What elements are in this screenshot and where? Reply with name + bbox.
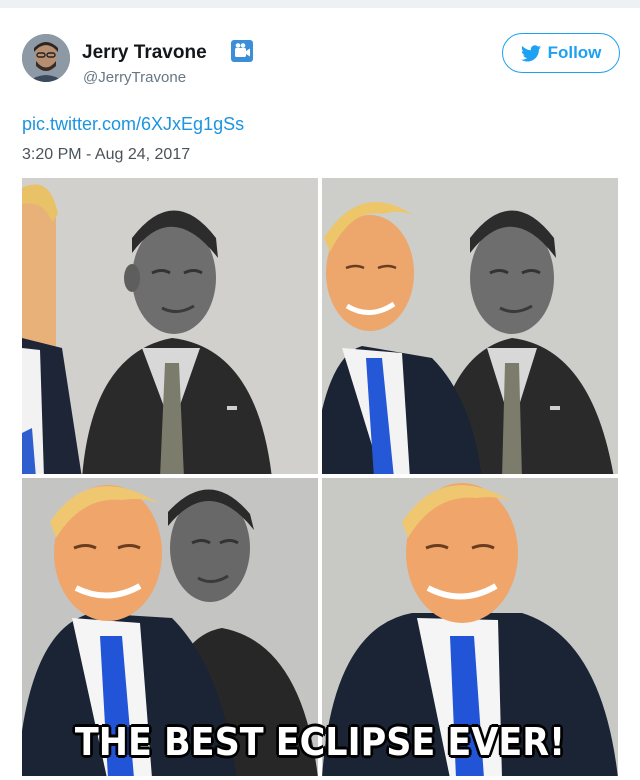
avatar[interactable] <box>22 34 70 82</box>
author-handle[interactable]: @JerryTravone <box>83 69 186 86</box>
follow-button[interactable]: Follow <box>502 33 620 73</box>
timestamp[interactable]: 3:20 PM - Aug 24, 2017 <box>22 146 190 164</box>
top-divider <box>0 0 640 8</box>
meme-caption: THE BEST ECLIPSE EVER! <box>74 720 566 764</box>
tweet-image[interactable]: THE BEST ECLIPSE EVER! <box>22 178 618 776</box>
tweet-card: Jerry Travone @JerryTravone Follow pic.t… <box>0 8 640 780</box>
follow-label: Follow <box>547 43 602 62</box>
image-panel-2 <box>322 178 618 474</box>
image-panel-1 <box>22 178 318 474</box>
author-name[interactable]: Jerry Travone <box>82 42 207 64</box>
media-link[interactable]: pic.twitter.com/6XJxEg1gSs <box>22 114 244 135</box>
badge-icon <box>230 39 254 63</box>
twitter-bird-icon <box>520 44 541 61</box>
